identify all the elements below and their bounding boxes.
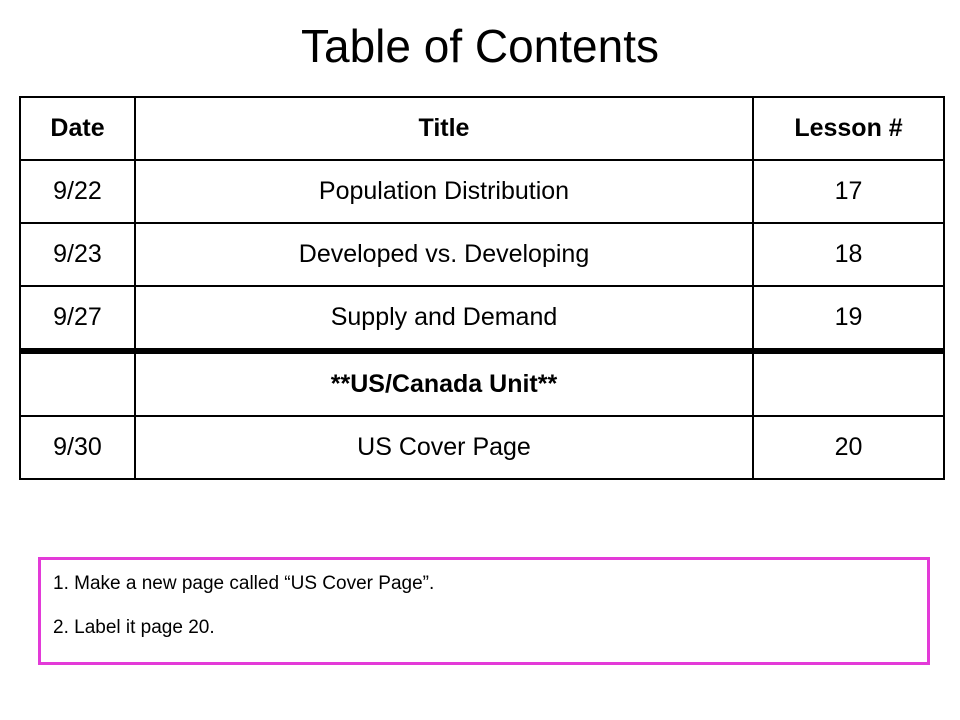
- cell-lesson: [752, 348, 945, 417]
- header-lesson: Lesson #: [752, 96, 945, 161]
- cell-date: 9/27: [19, 285, 136, 352]
- instructions-box: 1. Make a new page called “US Cover Page…: [38, 557, 930, 665]
- header-date: Date: [19, 96, 136, 161]
- table-header-row: Date Title Lesson #: [19, 96, 945, 161]
- cell-lesson: 18: [752, 222, 945, 287]
- cell-title: Developed vs. Developing: [134, 222, 754, 287]
- unit-row: **US/Canada Unit**: [19, 348, 945, 417]
- cell-title: US Cover Page: [134, 415, 754, 480]
- instruction-line: 2. Label it page 20.: [53, 617, 215, 638]
- cell-lesson: 20: [752, 415, 945, 480]
- cell-date: [19, 348, 136, 417]
- instruction-line: 1. Make a new page called “US Cover Page…: [53, 573, 435, 594]
- cell-title: Population Distribution: [134, 159, 754, 224]
- page-title: Table of Contents: [300, 20, 659, 72]
- table-row: 9/30 US Cover Page 20: [19, 415, 945, 480]
- cell-date: 9/23: [19, 222, 136, 287]
- cell-date: 9/22: [19, 159, 136, 224]
- cell-date: 9/30: [19, 415, 136, 480]
- table-row: 9/23 Developed vs. Developing 18: [19, 222, 945, 287]
- cell-lesson: 17: [752, 159, 945, 224]
- cell-title: Supply and Demand: [134, 285, 754, 352]
- table-row: 9/27 Supply and Demand 19: [19, 285, 945, 352]
- table-row: 9/22 Population Distribution 17: [19, 159, 945, 224]
- header-title: Title: [134, 96, 754, 161]
- table-of-contents: Date Title Lesson # 9/22 Population Dist…: [19, 96, 945, 480]
- unit-title: **US/Canada Unit**: [134, 348, 754, 417]
- cell-lesson: 19: [752, 285, 945, 352]
